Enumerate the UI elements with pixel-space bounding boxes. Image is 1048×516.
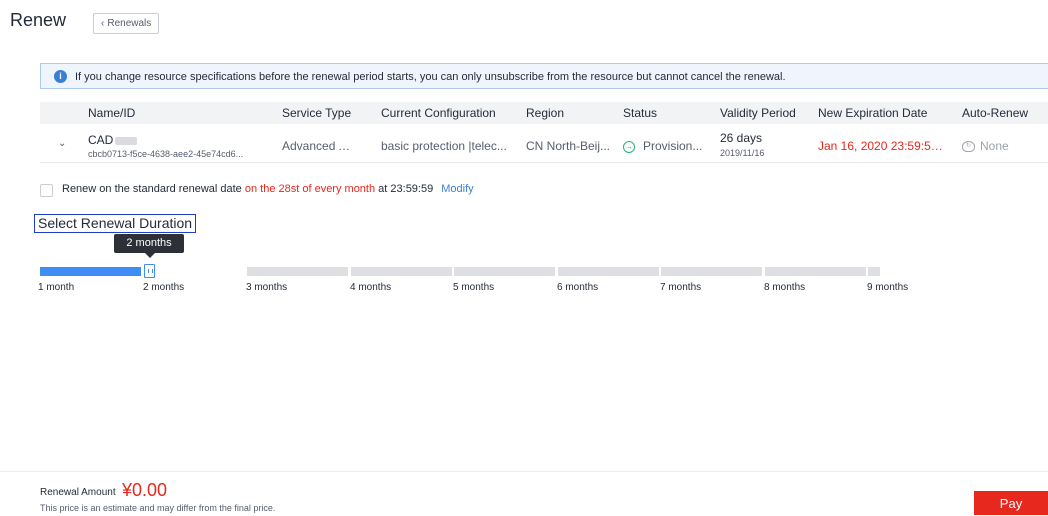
resource-id: cbcb0713-f5ce-4638-aee2-45e74cd6... <box>88 149 244 159</box>
modify-link[interactable]: Modify <box>441 183 473 195</box>
col-auto-renew: Auto-Renew <box>962 106 1029 120</box>
table-header: Name/ID Service Type Current Configurati… <box>40 102 1048 124</box>
provisioning-icon: → <box>623 140 635 153</box>
duration-segment[interactable] <box>557 267 659 276</box>
info-notice: i If you change resource specifications … <box>40 63 1048 89</box>
duration-segment[interactable] <box>868 267 880 276</box>
duration-tick-label[interactable]: 7 months <box>660 282 701 293</box>
duration-tick-label[interactable]: 4 months <box>350 282 391 293</box>
duration-segment[interactable] <box>661 267 762 276</box>
duration-segment[interactable] <box>40 267 141 276</box>
auto-renew-icon: ↻ <box>962 141 975 153</box>
region-cell: CN North-Beij... <box>526 139 611 153</box>
renewal-duration-title: Select Renewal Duration <box>34 214 197 233</box>
col-name-id: Name/ID <box>88 106 136 120</box>
duration-tick-label[interactable]: 2 months <box>143 282 184 293</box>
grip-icon <box>148 269 153 273</box>
validity-days: 26 days <box>720 131 763 145</box>
back-button-label: Renewals <box>107 18 152 29</box>
chevron-left-icon: ‹ <box>101 18 105 29</box>
duration-tick-label[interactable]: 9 months <box>867 282 908 293</box>
renewal-amount-label: Renewal Amount <box>40 487 116 498</box>
duration-segment[interactable] <box>764 267 866 276</box>
col-service-type: Service Type <box>282 106 352 120</box>
duration-slider-thumb[interactable] <box>144 264 155 278</box>
chevron-down-icon[interactable]: ⌄ <box>58 138 66 149</box>
validity-date: 2019/11/16 <box>720 148 765 158</box>
info-icon: i <box>54 70 67 83</box>
table-row: ⌄ CAD cbcb0713-f5ce-4638-aee2-45e74cd6..… <box>40 124 1048 163</box>
col-region: Region <box>526 106 565 120</box>
tooltip-arrow <box>145 253 155 258</box>
notice-text: If you change resource specifications be… <box>75 71 786 83</box>
duration-tick-label[interactable]: 5 months <box>453 282 494 293</box>
col-validity-period: Validity Period <box>720 106 796 120</box>
duration-tick-label[interactable]: 1 month <box>38 282 74 293</box>
auto-renew-cell: ↻ None <box>962 139 1009 153</box>
back-to-renewals-button[interactable]: ‹ Renewals <box>93 13 160 34</box>
status-cell: → Provision... <box>623 139 703 153</box>
pay-button[interactable]: Pay <box>974 491 1048 515</box>
col-status: Status <box>623 106 658 120</box>
duration-segment[interactable] <box>350 267 452 276</box>
footer-divider <box>0 471 1048 472</box>
price-estimate-note: This price is an estimate and may differ… <box>40 503 276 513</box>
standard-renewal-checkbox[interactable] <box>40 184 53 197</box>
duration-tooltip: 2 months <box>114 234 184 253</box>
duration-tick-label[interactable]: 8 months <box>764 282 805 293</box>
standard-renewal-text: Renew on the standard renewal date on th… <box>62 183 474 195</box>
page-title: Renew <box>10 10 67 30</box>
renewal-day-highlight: on the 28st of every month <box>244 183 376 195</box>
redacted-name <box>115 136 138 145</box>
configuration-cell: basic protection |telec... <box>381 139 507 153</box>
duration-tick-label[interactable]: 3 months <box>246 282 287 293</box>
col-current-configuration: Current Configuration <box>381 106 496 120</box>
col-new-expiration-date: New Expiration Date <box>818 106 928 120</box>
resource-name: CAD <box>88 133 138 147</box>
new-expiration-cell: Jan 16, 2020 23:59:59 ... <box>818 139 948 153</box>
service-type-cell: Advanced An... <box>282 139 354 153</box>
duration-tick-label[interactable]: 6 months <box>557 282 598 293</box>
duration-segment[interactable] <box>454 267 555 276</box>
duration-segment[interactable] <box>247 267 348 276</box>
renewal-amount-value: ¥0.00 <box>122 480 168 500</box>
